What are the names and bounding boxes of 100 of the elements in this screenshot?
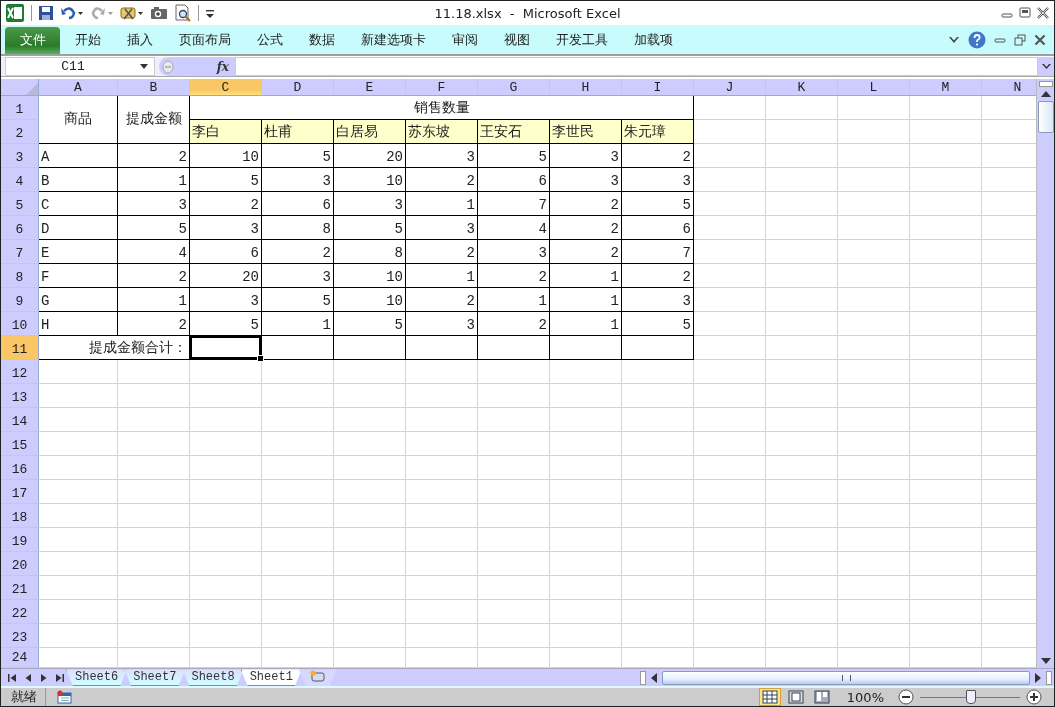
formula-input[interactable]: [235, 56, 1038, 77]
row-header[interactable]: 3: [1, 144, 39, 169]
row-header[interactable]: 8: [1, 264, 39, 289]
scroll-down-icon[interactable]: [1040, 658, 1051, 665]
table-cell: 3: [118, 192, 190, 217]
column-header[interactable]: H: [550, 79, 622, 97]
next-sheet-icon[interactable]: [39, 672, 49, 683]
column-header[interactable]: M: [910, 79, 982, 97]
row-header[interactable]: 15: [1, 432, 39, 457]
row-header[interactable]: 18: [1, 504, 39, 529]
expand-formula-button[interactable]: [1038, 56, 1054, 77]
ribbon-tab[interactable]: 视图: [491, 26, 543, 54]
row-header[interactable]: 22: [1, 600, 39, 625]
row-header[interactable]: 2: [1, 120, 39, 145]
column-header[interactable]: L: [838, 79, 910, 97]
first-sheet-icon[interactable]: [7, 672, 17, 683]
ribbon-tab[interactable]: 加载项: [621, 26, 686, 54]
column-header[interactable]: C: [190, 79, 262, 97]
scroll-up-icon[interactable]: [1040, 91, 1051, 98]
macro-record-icon[interactable]: [56, 690, 72, 704]
row-header[interactable]: 21: [1, 576, 39, 601]
help-icon[interactable]: [968, 31, 986, 50]
minimize-icon[interactable]: [994, 35, 1006, 46]
table-cell: 2: [406, 288, 478, 313]
excel-logo-icon[interactable]: [5, 3, 25, 24]
row-header[interactable]: 13: [1, 384, 39, 409]
column-header[interactable]: B: [118, 79, 190, 97]
dropdown-arrow-icon[interactable]: [140, 64, 148, 70]
column-header[interactable]: E: [334, 79, 406, 97]
ribbon-tab[interactable]: 审阅: [439, 26, 491, 54]
save-icon[interactable]: [38, 5, 54, 22]
table-cell: 5: [622, 192, 694, 217]
sheet-tab[interactable]: Sheet8: [182, 669, 244, 686]
column-header[interactable]: I: [622, 79, 694, 97]
row-header[interactable]: 10: [1, 312, 39, 337]
ribbon-tab[interactable]: 新建选项卡: [348, 26, 439, 54]
restore-icon[interactable]: [1014, 34, 1026, 47]
undo-icon[interactable]: [60, 5, 84, 22]
normal-view-button[interactable]: [758, 688, 781, 706]
row-header[interactable]: 9: [1, 288, 39, 313]
name-box[interactable]: C11: [5, 56, 155, 77]
tools-icon[interactable]: [120, 5, 144, 22]
horizontal-scrollbar[interactable]: [640, 669, 1054, 686]
new-sheet-icon[interactable]: [308, 670, 327, 683]
ribbon-tab[interactable]: 开发工具: [543, 26, 621, 54]
file-tab[interactable]: 文件: [5, 26, 60, 54]
table-cell: 4: [478, 216, 550, 241]
sheet-tab[interactable]: Sheet6: [66, 669, 128, 686]
row-header[interactable]: 20: [1, 552, 39, 577]
row-header[interactable]: 1: [1, 96, 39, 121]
ribbon-tab[interactable]: 开始: [62, 26, 114, 54]
print-preview-icon[interactable]: [174, 4, 192, 23]
row-header[interactable]: 24: [1, 648, 39, 669]
column-header[interactable]: N: [982, 79, 1036, 97]
column-header[interactable]: J: [694, 79, 766, 97]
column-header[interactable]: D: [262, 79, 334, 97]
restore-icon[interactable]: [1018, 7, 1032, 20]
zoom-in-icon[interactable]: [1026, 689, 1042, 705]
zoom-level[interactable]: 100%: [846, 689, 884, 705]
table-header: 王安石: [478, 120, 550, 145]
zoom-slider-thumb[interactable]: [966, 689, 976, 704]
ribbon-tab[interactable]: 插入: [114, 26, 166, 54]
table-cell: 3: [406, 312, 478, 337]
camera-icon[interactable]: [150, 5, 168, 22]
close-icon[interactable]: [1036, 7, 1050, 20]
column-header[interactable]: K: [766, 79, 838, 97]
ribbon-tab[interactable]: 页面布局: [166, 26, 244, 54]
scroll-thumb[interactable]: [1037, 101, 1054, 134]
table-cell: 6: [478, 168, 550, 193]
row-header[interactable]: 4: [1, 168, 39, 193]
table-cell: [262, 336, 334, 361]
row-header[interactable]: 16: [1, 456, 39, 481]
last-sheet-icon[interactable]: [55, 672, 65, 683]
table-cell: 4: [118, 240, 190, 265]
row-header[interactable]: 5: [1, 192, 39, 217]
row-header[interactable]: 17: [1, 480, 39, 505]
row-header[interactable]: 23: [1, 624, 39, 649]
row-header[interactable]: 11: [1, 336, 39, 361]
column-header[interactable]: A: [39, 79, 118, 97]
row-header[interactable]: 14: [1, 408, 39, 433]
caret-icon[interactable]: [1041, 63, 1051, 70]
previous-sheet-icon[interactable]: [23, 672, 33, 683]
row-header[interactable]: 6: [1, 216, 39, 241]
row-header[interactable]: 12: [1, 360, 39, 385]
scroll-left-icon[interactable]: [650, 672, 658, 683]
close-icon[interactable]: [1034, 34, 1046, 47]
table-cell: [550, 336, 622, 361]
row-header[interactable]: 19: [1, 528, 39, 553]
table-cell: F: [39, 264, 118, 289]
ribbon-tab[interactable]: 公式: [244, 26, 296, 54]
zoom-out-icon[interactable]: [898, 689, 914, 705]
scroll-right-icon[interactable]: [1034, 672, 1042, 683]
sheet-tab[interactable]: Sheet1: [240, 669, 302, 686]
row-header[interactable]: 7: [1, 240, 39, 265]
scroll-thumb[interactable]: [662, 670, 1030, 685]
ribbon-tab[interactable]: 数据: [296, 26, 348, 54]
sheet-tab[interactable]: Sheet7: [124, 669, 186, 686]
vertical-scrollbar[interactable]: [1036, 79, 1054, 669]
column-header[interactable]: G: [478, 79, 550, 97]
column-header[interactable]: F: [406, 79, 478, 97]
